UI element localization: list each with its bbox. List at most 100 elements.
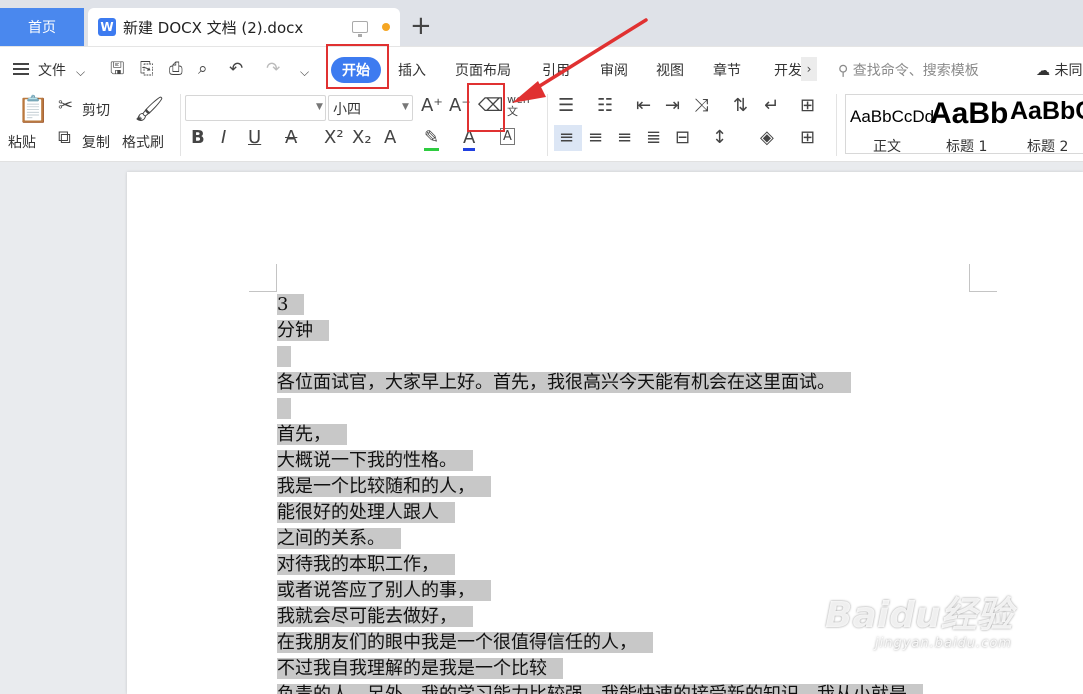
highlight-color-icon[interactable]: ✎ — [424, 128, 440, 151]
watermark: Baidu经验 jingyan.baidu.com — [825, 595, 1013, 652]
sort-icon[interactable]: ⇅ — [733, 96, 748, 116]
selected-text: 我是一个比较随和的人， — [277, 476, 491, 497]
chinese-layout-icon[interactable]: ⤨ — [694, 96, 708, 116]
command-search[interactable]: ⚲ 查找命令、搜索模板 — [838, 60, 979, 80]
chevron-down-icon[interactable]: ▼ — [316, 102, 323, 112]
show-marks-icon[interactable]: ↵ — [764, 96, 779, 116]
paragraph-line[interactable]: 3 — [277, 292, 923, 318]
subscript-icon[interactable]: X₂ — [352, 128, 372, 148]
paste-icon[interactable]: 📋 — [17, 96, 49, 124]
copy-button[interactable]: 复制 — [82, 132, 110, 152]
paragraph-line[interactable]: 各位面试官，大家早上好。首先，我很高兴今天能有机会在这里面试。 — [277, 370, 923, 396]
font-family-select[interactable] — [185, 95, 326, 121]
selected-text: 首先， — [277, 424, 347, 445]
selected-text: 负责的人。另外，我的学习能力比较强，我能快速的接受新的知识，我从小就是 — [277, 684, 923, 694]
text-effect-icon[interactable]: A — [384, 128, 396, 148]
tab-home[interactable]: 首页 — [0, 8, 84, 46]
selected-text: 或者说答应了别人的事， — [277, 580, 491, 601]
cut-button[interactable]: 剪切 — [82, 100, 110, 120]
paragraph-line[interactable]: 对待我的本职工作， — [277, 552, 923, 578]
quick-access-more-icon[interactable]: ⌵ — [300, 62, 309, 82]
increase-font-icon[interactable]: A⁺ — [421, 96, 443, 116]
strikethrough-icon[interactable]: A — [285, 128, 297, 148]
writer-doc-icon: W — [98, 18, 116, 36]
tab-document[interactable]: W 新建 DOCX 文档 (2).docx — [88, 8, 400, 46]
redo-icon[interactable]: ↷ — [266, 59, 280, 79]
chevron-right-icon[interactable]: › — [801, 57, 817, 81]
style-heading1-sample[interactable]: AaBb — [930, 97, 1008, 131]
style-heading1[interactable]: 标题 1 — [946, 136, 987, 156]
chevron-down-icon[interactable]: ▼ — [402, 102, 409, 112]
print-icon[interactable]: ⎙ — [169, 59, 183, 79]
style-heading2[interactable]: 标题 2 — [1027, 136, 1068, 156]
paragraph-line[interactable]: 分钟 — [277, 318, 923, 344]
menu-developer[interactable]: 开发 — [774, 60, 802, 80]
new-tab-button[interactable]: + — [410, 12, 432, 40]
align-right-icon[interactable]: ≡ — [617, 128, 632, 148]
hamburger-icon[interactable] — [13, 63, 29, 75]
paragraph-line[interactable]: 我是一个比较随和的人， — [277, 474, 923, 500]
paragraph-line[interactable] — [277, 396, 923, 422]
superscript-icon[interactable]: X² — [324, 128, 344, 148]
selected-text: 各位面试官，大家早上好。首先，我很高兴今天能有机会在这里面试。 — [277, 372, 851, 393]
format-painter-button[interactable]: 格式刷 — [122, 132, 164, 152]
undo-icon[interactable]: ↶ — [229, 59, 243, 79]
format-painter-icon[interactable]: 🖌 — [134, 96, 164, 122]
selected-text: 对待我的本职工作， — [277, 554, 455, 575]
margin-mark-top-left — [249, 264, 277, 292]
scissors-icon[interactable]: ✂ — [58, 96, 73, 116]
paragraph-line[interactable]: 能很好的处理人跟人 — [277, 500, 923, 526]
font-size-select[interactable]: 小四 — [328, 95, 413, 121]
selected-text: 大概说一下我的性格。 — [277, 450, 473, 471]
paragraph-line[interactable]: 之间的关系。 — [277, 526, 923, 552]
save-icon[interactable]: 🖫 — [110, 59, 124, 79]
menu-view[interactable]: 视图 — [656, 60, 684, 80]
chevron-down-icon[interactable]: ⌵ — [76, 62, 85, 82]
paste-button[interactable]: 粘贴 — [8, 132, 36, 152]
menu-insert[interactable]: 插入 — [398, 60, 426, 80]
increase-indent-icon[interactable]: ⇥ — [665, 96, 680, 116]
selected-text: 能很好的处理人跟人 — [277, 502, 455, 523]
shading-icon[interactable]: ◈ — [760, 128, 774, 148]
paragraph-line[interactable]: 负责的人。另外，我的学习能力比较强，我能快速的接受新的知识，我从小就是 — [277, 682, 923, 694]
align-left-icon[interactable]: ≡ — [559, 128, 574, 148]
line-spacing-icon[interactable]: ↕ — [712, 128, 727, 148]
search-placeholder: 查找命令、搜索模板 — [852, 63, 979, 79]
watermark-url: jingyan.baidu.com — [875, 636, 1012, 651]
paragraph-line[interactable] — [277, 344, 923, 370]
selected-text: 不过我自我理解的是我是一个比较 — [277, 658, 563, 679]
selected-text: 3 — [277, 294, 305, 315]
cloud-sync-status[interactable]: ☁ 未同 — [1036, 60, 1082, 80]
style-normal[interactable]: 正文 — [873, 136, 901, 156]
distribute-icon[interactable]: ⊟ — [675, 128, 690, 148]
monitor-icon[interactable] — [352, 21, 368, 37]
export-icon[interactable]: ⎘ — [140, 59, 154, 79]
selected-text: 分钟 — [277, 320, 329, 341]
bold-icon[interactable]: B — [191, 128, 205, 148]
unsaved-dot-icon — [382, 23, 390, 31]
copy-icon[interactable]: ⧉ — [58, 128, 71, 148]
menu-file[interactable]: 文件 — [38, 60, 66, 80]
paragraph-line[interactable]: 首先， — [277, 422, 923, 448]
style-heading2-sample[interactable]: AaBbC — [1010, 97, 1083, 126]
selected-text: 之间的关系。 — [277, 528, 401, 549]
align-center-icon[interactable]: ≡ — [588, 128, 603, 148]
style-gallery: AaBbCcDd 正文 AaBb 标题 1 AaBbC 标题 2 — [845, 94, 1083, 156]
divider — [836, 94, 837, 156]
paragraph-line[interactable]: 大概说一下我的性格。 — [277, 448, 923, 474]
menu-section[interactable]: 章节 — [713, 60, 741, 80]
underline-icon[interactable]: U — [248, 128, 261, 148]
style-normal-sample[interactable]: AaBbCcDd — [850, 107, 934, 127]
selected-text: 我就会尽可能去做好， — [277, 606, 473, 627]
borders-icon[interactable]: ⊞ — [800, 128, 815, 148]
print-preview-icon[interactable]: ⌕ — [198, 59, 208, 79]
cloud-sync-label: 未同 — [1054, 63, 1083, 79]
justify-icon[interactable]: ≣ — [646, 128, 661, 148]
watermark-logo: Baidu经验 — [825, 595, 1013, 636]
tab-stops-icon[interactable]: ⊞ — [800, 96, 815, 116]
document-tab-title: 新建 DOCX 文档 (2).docx — [123, 18, 304, 37]
italic-icon[interactable]: I — [221, 128, 226, 148]
paragraph-line[interactable]: 不过我自我理解的是我是一个比较 — [277, 656, 923, 682]
selected-text — [277, 398, 291, 419]
margin-mark-top-right — [969, 264, 997, 292]
